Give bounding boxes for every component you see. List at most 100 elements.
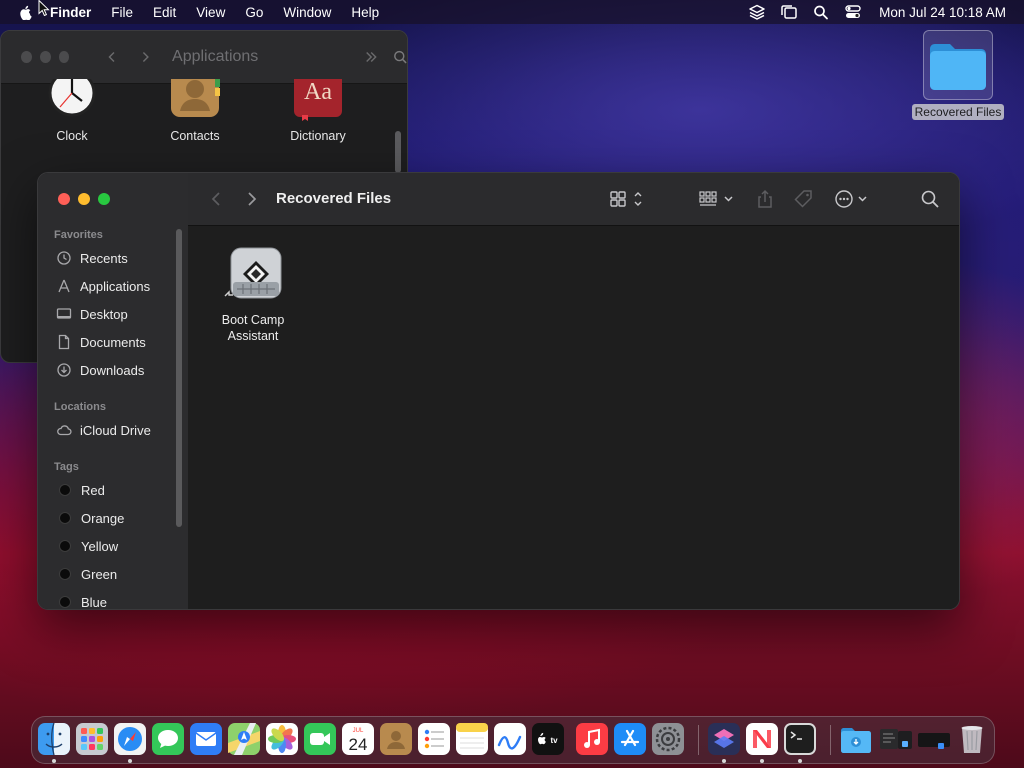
sidebar-header-locations: Locations — [54, 401, 106, 413]
window-minimize-button-inactive[interactable] — [39, 51, 51, 63]
sidebar-scrollbar[interactable] — [176, 229, 182, 527]
notes-dock-icon[interactable] — [456, 723, 488, 755]
sidebar-item-tag-orange[interactable]: Orange — [56, 507, 124, 529]
sidebar-label-tag-orange: Orange — [81, 510, 125, 526]
app-store-dock-icon[interactable] — [614, 723, 646, 755]
window-zoom-button-inactive[interactable] — [58, 51, 70, 63]
chevron-right-icon[interactable] — [138, 49, 152, 65]
tv-dock-icon[interactable]: tv — [532, 723, 564, 755]
mail-dock-icon[interactable] — [190, 723, 222, 755]
sidebar-item-tag-yellow[interactable]: Yellow — [56, 535, 118, 557]
sidebar-item-tag-blue[interactable]: Blue — [56, 591, 108, 610]
sidebar-item-applications[interactable]: Applications — [56, 275, 150, 297]
more-actions-icon[interactable] — [834, 189, 872, 209]
spotlight-search-icon[interactable] — [812, 4, 830, 20]
app-item-contacts[interactable]: Contacts — [145, 79, 245, 143]
facetime-dock-icon[interactable] — [304, 723, 336, 755]
calendar-dock-icon[interactable]: JUL 24 — [342, 723, 374, 755]
sidebar-label-tag-green: Green — [81, 566, 118, 582]
clock-app-icon — [48, 79, 96, 117]
desktop-folder-recovered-files[interactable]: Recovered Files — [908, 30, 1008, 121]
stage-manager-icon[interactable] — [780, 4, 798, 20]
music-dock-icon[interactable] — [576, 723, 608, 755]
finder-dock-icon[interactable] — [38, 723, 70, 755]
safari-dock-icon[interactable] — [114, 723, 146, 755]
menu-edit[interactable]: Edit — [153, 5, 176, 20]
running-indicator — [722, 759, 726, 763]
group-by-menu-icon[interactable] — [698, 189, 736, 209]
contacts-app-icon — [171, 79, 220, 117]
share-icon[interactable] — [755, 189, 775, 209]
app-label-dictionary: Dictionary — [290, 129, 346, 143]
menu-clock[interactable]: Mon Jul 24 10:18 AM — [879, 5, 1006, 20]
news-dock-icon[interactable] — [746, 723, 778, 755]
messages-dock-icon[interactable] — [152, 723, 184, 755]
tag-icon[interactable] — [794, 189, 814, 209]
calendar-month: JUL — [353, 728, 364, 734]
system-settings-dock-icon[interactable] — [652, 723, 684, 755]
photos-dock-icon[interactable] — [266, 723, 298, 755]
menu-go[interactable]: Go — [245, 5, 263, 20]
trash-dock-icon[interactable] — [956, 723, 988, 755]
freeform-dock-icon[interactable] — [494, 723, 526, 755]
contacts-dock-icon[interactable] — [380, 723, 412, 755]
chevron-left-icon[interactable] — [105, 49, 119, 65]
sidebar-item-recents[interactable]: Recents — [56, 247, 128, 269]
running-indicator — [52, 759, 56, 763]
menu-file[interactable]: File — [111, 5, 133, 20]
applications-window-toolbar: Applications — [1, 31, 407, 84]
app-label-contacts: Contacts — [170, 129, 220, 143]
window-zoom-button[interactable] — [98, 193, 110, 205]
app-window-dock-icon[interactable] — [916, 723, 952, 755]
recent-windows-dock-icon[interactable] — [878, 723, 914, 755]
menu-window[interactable]: Window — [283, 5, 331, 20]
menu-view[interactable]: View — [196, 5, 225, 20]
applications-scrollbar[interactable] — [395, 131, 401, 173]
maps-dock-icon[interactable] — [228, 723, 260, 755]
back-chevron-icon[interactable] — [206, 189, 226, 209]
terminal-dock-icon[interactable] — [784, 723, 816, 755]
sidebar-item-tag-green[interactable]: Green — [56, 563, 117, 585]
sidebar-item-tag-red[interactable]: Red — [56, 479, 105, 501]
sidebar-item-icloud-drive[interactable]: iCloud Drive — [56, 419, 151, 441]
finder-content-area[interactable]: Boot Camp Assistant — [188, 226, 959, 609]
menu-help[interactable]: Help — [351, 5, 379, 20]
sidebar-item-desktop[interactable]: Desktop — [56, 303, 128, 325]
finder-window[interactable]: Favorites Recents Applications Desktop D… — [37, 172, 960, 610]
cloud-icon — [57, 425, 72, 436]
downloads-folder-dock-icon[interactable] — [840, 723, 872, 755]
app-item-dictionary[interactable]: Aa Dictionary — [268, 79, 368, 143]
file-item-boot-camp-assistant[interactable]: Boot Camp Assistant — [214, 244, 292, 344]
layers-icon[interactable] — [748, 4, 766, 20]
window-close-button[interactable] — [58, 193, 70, 205]
launchpad-dock-icon[interactable] — [76, 723, 108, 755]
tag-dot-icon — [59, 540, 71, 552]
control-center-icon[interactable] — [844, 4, 862, 20]
app-item-clock[interactable]: Clock — [22, 79, 122, 143]
window-minimize-button[interactable] — [78, 193, 90, 205]
search-icon[interactable] — [393, 49, 407, 65]
shortcuts-dock-icon[interactable] — [708, 723, 740, 755]
finder-toolbar: Recovered Files — [188, 173, 959, 226]
applications-icon — [58, 279, 70, 293]
sidebar-label-applications: Applications — [80, 278, 151, 294]
double-chevron-icon[interactable] — [364, 49, 378, 65]
sidebar-label-recents: Recents — [80, 250, 128, 266]
icon-view-toggle-icon[interactable] — [608, 189, 644, 209]
sidebar-item-documents[interactable]: Documents — [56, 331, 146, 353]
applications-window-title: Applications — [172, 48, 259, 65]
search-icon[interactable] — [920, 189, 940, 209]
applications-grid: Clock Contacts Aa Dictionary — [1, 79, 393, 159]
menu-finder[interactable]: Finder — [50, 5, 91, 20]
sidebar-label-tag-blue: Blue — [81, 594, 108, 610]
forward-chevron-icon[interactable] — [242, 189, 262, 209]
apple-menu-icon[interactable] — [18, 4, 34, 20]
running-indicator — [128, 759, 132, 763]
window-close-button-inactive[interactable] — [21, 51, 32, 63]
mouse-cursor-icon — [38, 0, 50, 16]
sidebar-item-downloads[interactable]: Downloads — [56, 359, 144, 381]
reminders-dock-icon[interactable] — [418, 723, 450, 755]
finder-window-title: Recovered Files — [276, 190, 392, 207]
sidebar-label-tag-red: Red — [81, 482, 105, 498]
traffic-lights — [58, 193, 118, 205]
